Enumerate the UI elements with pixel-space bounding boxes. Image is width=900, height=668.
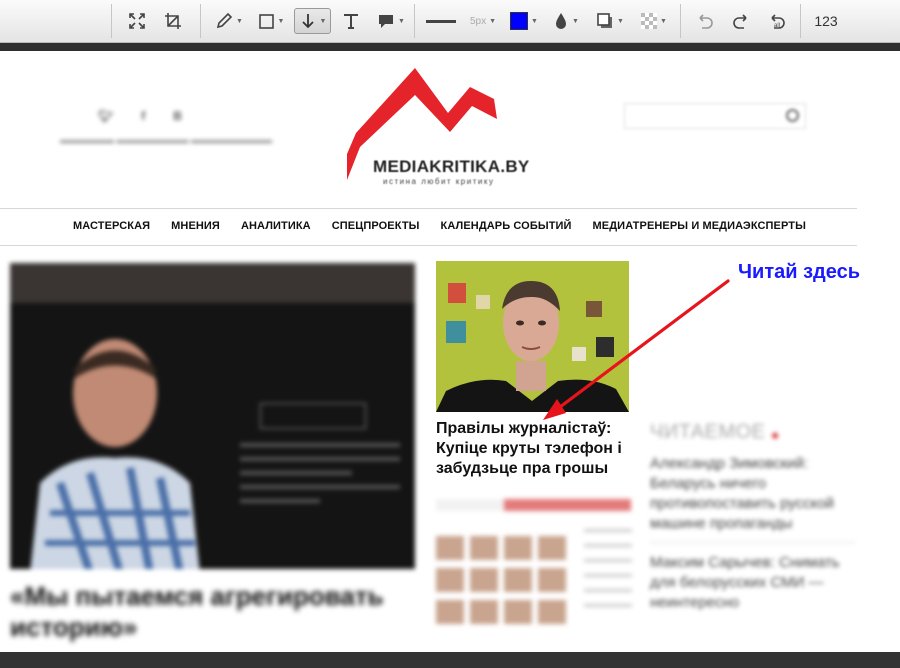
secondary-header [436,499,631,511]
callout-icon[interactable]: ▼ [374,8,408,34]
undo-icon[interactable] [694,8,716,34]
arrow-icon[interactable]: ▼ [294,8,331,34]
editor-toolbar: ▼ ▼ ▼ ▼ 5px ▼ ▼ ▼ ▼ ▼ all 123 [0,0,900,43]
nav-item-mneniya[interactable]: МНЕНИЯ [171,220,220,232]
nav-item-analitika[interactable]: АНАЛИТИКА [241,220,311,232]
person-photo [30,339,200,569]
search-icon[interactable] [786,109,799,122]
nav-item-masterskaya[interactable]: МАСТЕРСКАЯ [73,220,150,232]
main-nav: МАСТЕРСКАЯ МНЕНИЯ АНАЛИТИКА СПЕЦПРОЕКТЫ … [73,220,806,232]
read-most-marker-icon: ◆ [771,430,779,440]
toolbar-separator [111,4,112,38]
toolbar-separator [414,4,415,38]
rectangle-icon[interactable]: ▼ [255,8,287,34]
secondary-text [584,529,632,619]
annotation-text[interactable]: Читай здесь [738,261,860,284]
numbering-icon[interactable]: 123 [812,8,840,34]
text-icon[interactable] [340,8,362,34]
nav-item-mediatrenery[interactable]: МЕДИАТРЕНЕРЫ И МЕДИАЭКСПЕРТЫ [593,220,806,232]
read-most-item[interactable]: Александр Зимовский: Беларусь ничего про… [650,454,855,534]
fit-icon[interactable] [126,8,148,34]
logo-name[interactable]: MEDIAKRITIKA.BY [373,157,530,177]
chevron-down-icon: ▼ [319,17,327,25]
color-icon[interactable]: ▼ [508,8,540,34]
social-links: 🐦︎ f B [98,109,182,123]
divider [0,245,857,246]
pencil-icon[interactable]: ▼ [212,8,246,34]
header-tagline: ▬▬▬▬▬▬ ▬▬▬▬▬▬▬▬ ▬▬▬▬▬▬▬▬▬ [60,135,273,145]
chevron-down-icon: ▼ [236,17,243,25]
chevron-down-icon: ▼ [572,17,579,25]
feature-side-text [240,443,400,513]
canvas-border [0,652,900,668]
article-title[interactable]: Правілы журналістаў: Купіце круты тэлефо… [436,419,641,479]
chevron-down-icon: ▼ [660,17,667,25]
canvas-border [0,43,900,51]
twitter-icon[interactable]: 🐦︎ [98,109,113,123]
divider [650,542,855,543]
read-most-item[interactable]: Максим Сарычев: Снимать для белорусских … [650,553,855,613]
read-most-title: ЧИТАЕМОЕ ◆ [650,421,855,444]
redo-icon[interactable] [730,8,752,34]
line-width-icon[interactable] [424,8,458,34]
toolbar-separator [800,4,801,38]
nav-item-kalendar[interactable]: КАЛЕНДАРЬ СОБЫТИЙ [441,220,572,232]
read-most-widget: ЧИТАЕМОЕ ◆ Александр Зимовский: Беларусь… [650,421,855,613]
stroke-size-select[interactable]: 5px ▼ [466,8,500,34]
shadow-icon[interactable]: ▼ [594,8,626,34]
chevron-down-icon: ▼ [489,17,497,25]
transparency-icon[interactable]: ▼ [638,8,670,34]
article-photo[interactable] [436,261,629,412]
facebook-icon[interactable]: f [141,109,145,123]
chevron-down-icon: ▼ [398,17,405,25]
search-input[interactable] [631,104,775,128]
chevron-down-icon: ▼ [531,17,538,25]
search-field[interactable] [624,103,806,129]
secondary-article[interactable] [436,499,632,652]
nav-item-specproekty[interactable]: СПЕЦПРОЕКТЫ [332,220,420,232]
feature-caption-box [260,403,366,429]
feature-header-bar [10,263,415,303]
revert-icon[interactable]: all [766,8,788,34]
toolbar-separator [200,4,201,38]
opacity-icon[interactable]: ▼ [550,8,582,34]
feature-image[interactable] [10,263,415,569]
read-most-title-text: ЧИТАЕМОЕ [650,421,766,443]
logo-tagline: истина любит критику [383,177,495,186]
toolbar-separator [680,4,681,38]
crop-icon[interactable] [162,8,184,34]
feature-title[interactable]: «Мы пытаемся агрегировать историю» [10,581,410,643]
chevron-down-icon: ▼ [617,17,624,25]
chevron-down-icon: ▼ [277,17,285,25]
svg-text:all: all [774,23,780,29]
divider [0,208,857,209]
vk-icon[interactable]: B [173,109,182,123]
web-page: 🐦︎ f B ▬▬▬▬▬▬ ▬▬▬▬▬▬▬▬ ▬▬▬▬▬▬▬▬▬ MEDIAKR… [0,51,900,652]
